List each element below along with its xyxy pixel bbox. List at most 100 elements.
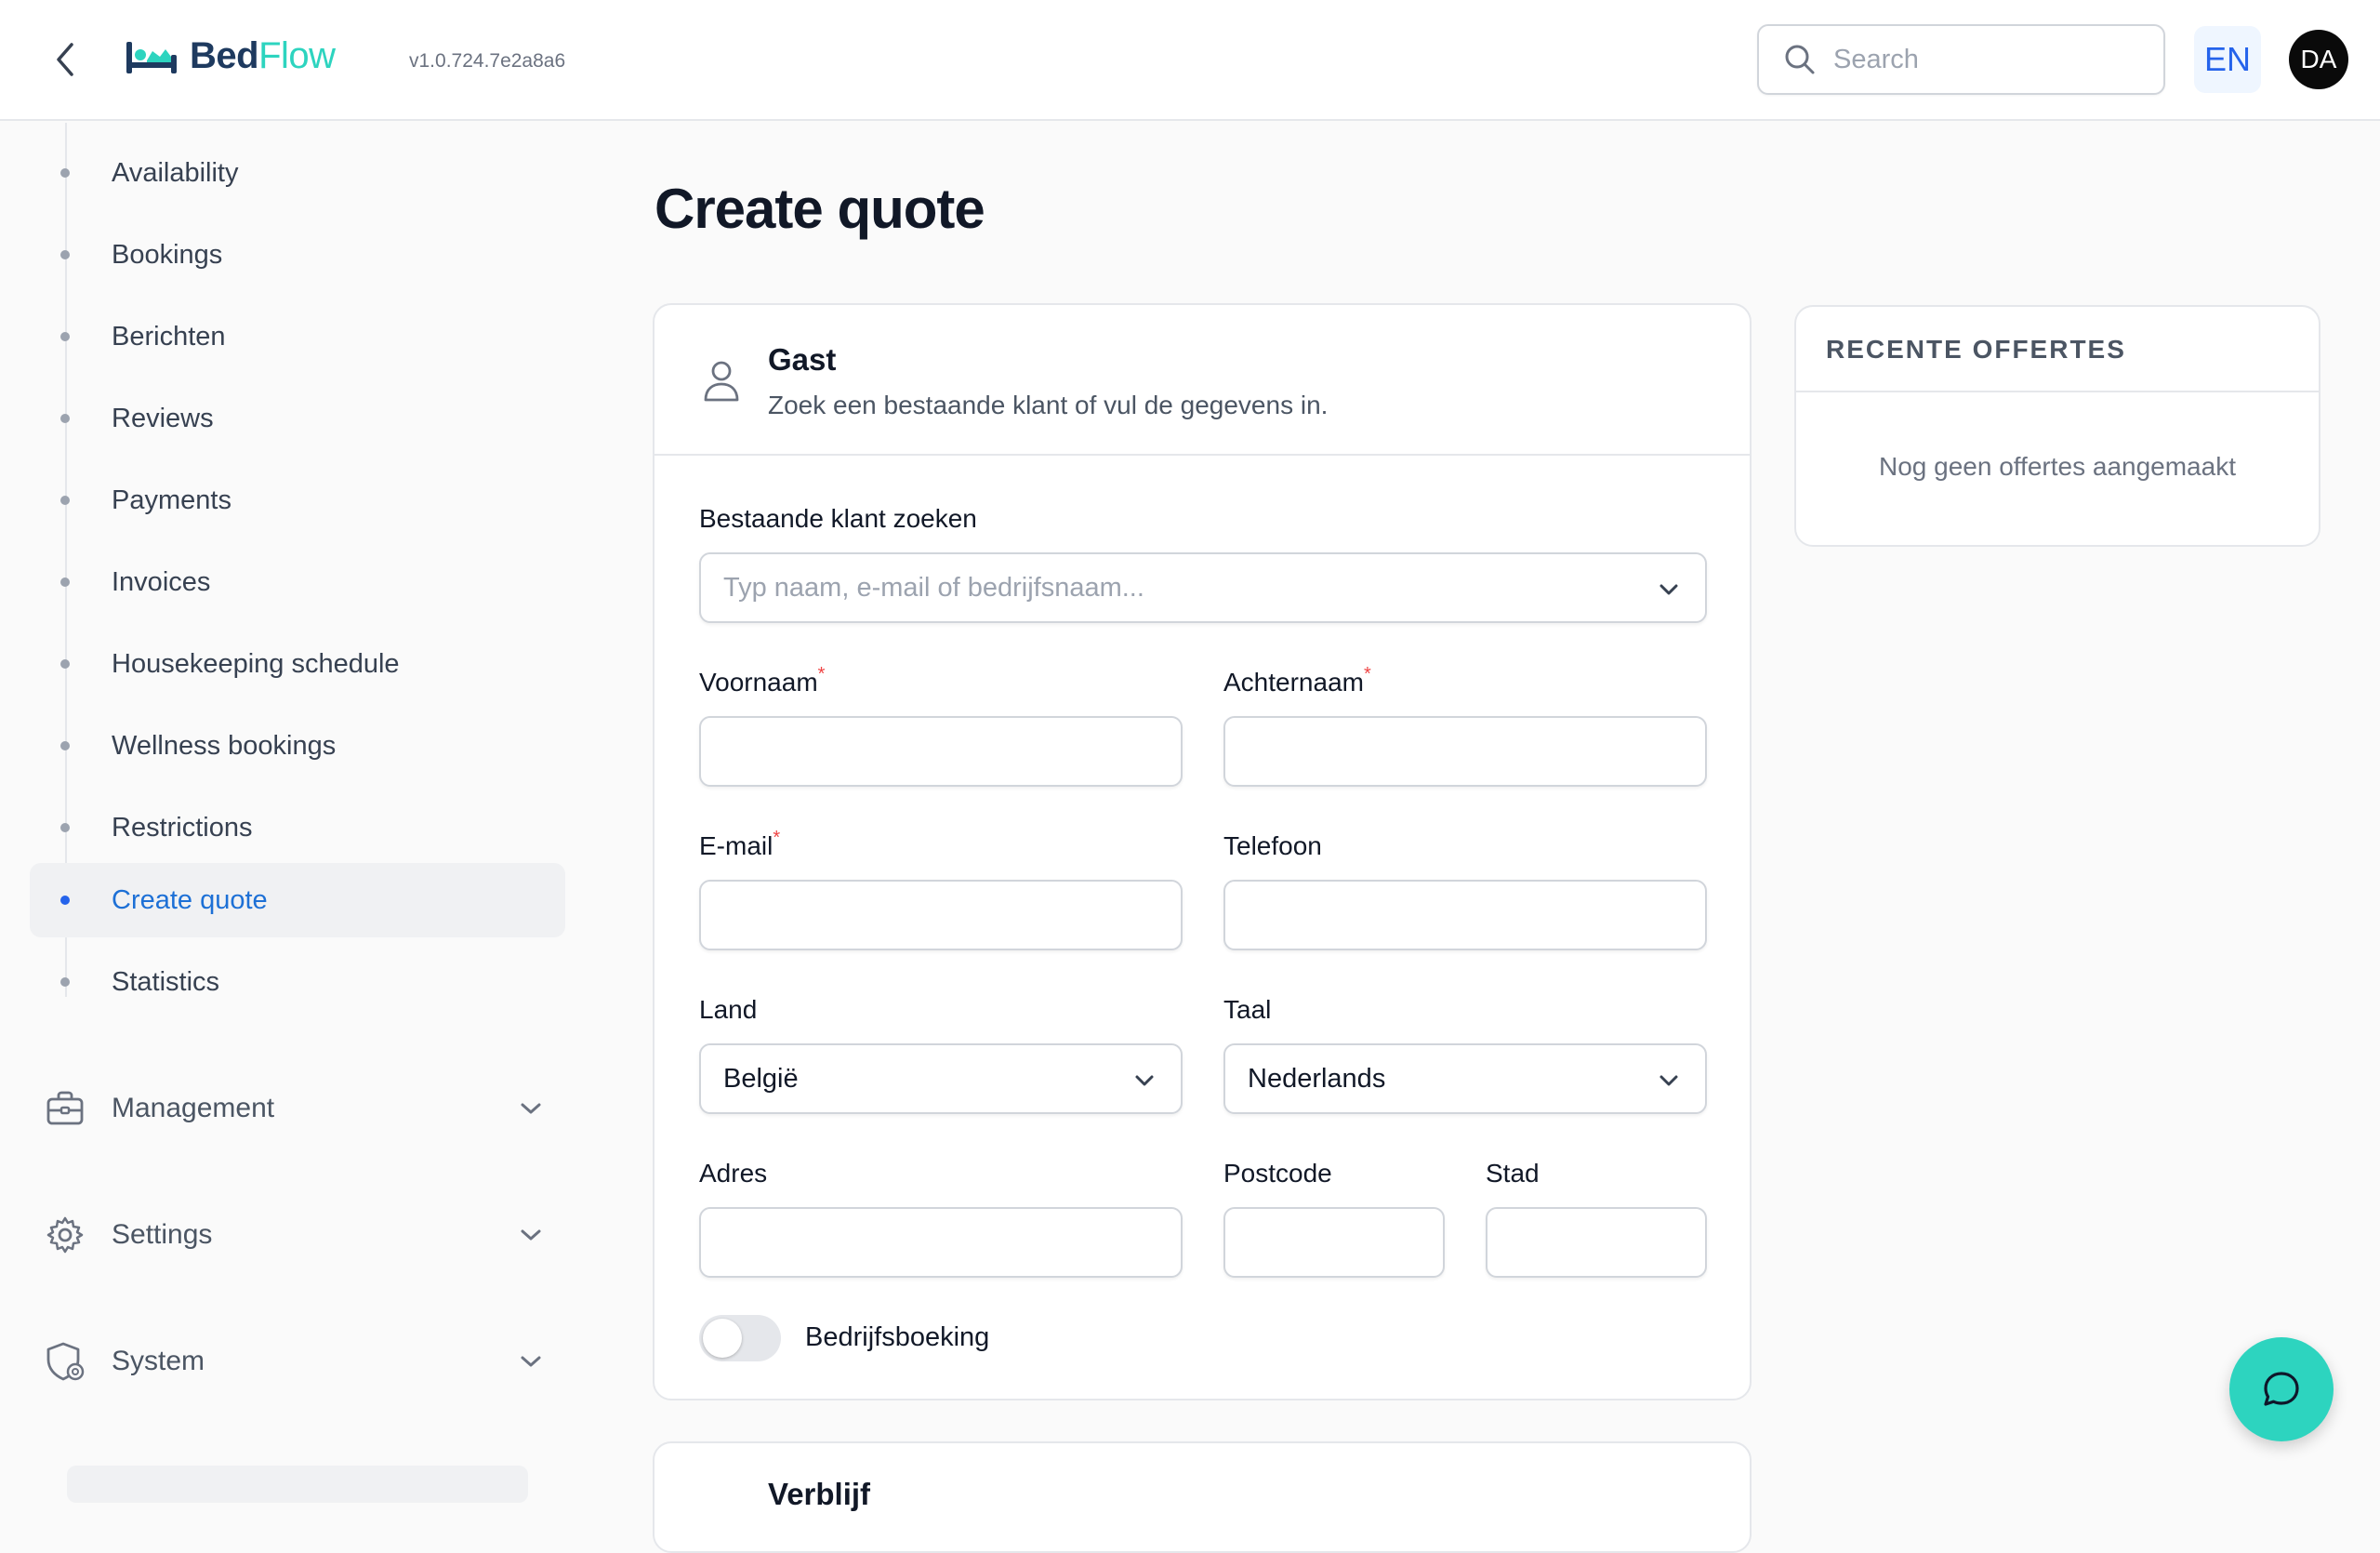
sidebar-item-label: Bookings [112,239,223,270]
country-label: Land [699,995,758,1024]
language-value: Nederlands [1248,1063,1386,1094]
nav-dot [60,250,70,259]
last-name-field[interactable] [1223,716,1707,787]
sidebar-item-invoices[interactable]: Invoices [30,545,565,619]
sidebar-item-bookings[interactable]: Bookings [30,218,565,292]
app-version: v1.0.724.7e2a8a6 [409,50,566,72]
chat-bubble-icon [2264,1372,2299,1406]
nav-dot [60,896,70,905]
sidebar-item-label: Invoices [112,566,211,597]
sidebar-group-settings[interactable]: Settings [30,1198,565,1272]
phone-label: Telefoon [1223,831,1322,860]
email-label: E-mail* [699,828,781,860]
phone-field[interactable] [1223,880,1707,950]
country-select[interactable]: België [699,1043,1183,1114]
toggle-knob [703,1319,742,1358]
nav-dot [60,823,70,832]
search-input[interactable] [1833,44,2140,75]
country-value: België [723,1063,799,1094]
chevron-down-icon [517,1221,545,1249]
recent-quotes-title: RECENTE OFFERTES [1826,335,2126,364]
top-header: BedFlow v1.0.724.7e2a8a6 EN DA [0,0,2380,121]
address-field[interactable] [699,1207,1183,1278]
sidebar-group-label: Management [112,1093,275,1123]
global-search[interactable] [1757,24,2165,95]
nav-dot [60,741,70,750]
sidebar-item-create-quote[interactable]: Create quote [30,863,565,937]
nav-dot [60,414,70,423]
first-name-label: Voornaam* [699,664,826,697]
stay-card-title: Verblijf [768,1477,871,1511]
sidebar-item-reviews[interactable]: Reviews [30,381,565,456]
sidebar-group-label: System [112,1346,205,1376]
bed-logo-icon [126,41,177,73]
sidebar-item-availability[interactable]: Availability [30,136,565,210]
nav-dot [60,659,70,669]
nav-dot [60,168,70,178]
gear-icon [45,1215,86,1255]
sidebar-item-housekeeping-schedule[interactable]: Housekeeping schedule [30,627,565,701]
sidebar-item-restrictions[interactable]: Restrictions [30,790,565,865]
user-avatar[interactable]: DA [2289,30,2348,89]
city-label: Stad [1486,1159,1540,1188]
sidebar-item-berichten[interactable]: Berichten [30,299,565,374]
customer-search-label: Bestaande klant zoeken [699,504,977,533]
chevron-down-icon [1659,584,1678,595]
first-name-field[interactable] [699,716,1183,787]
nav-dot [60,577,70,587]
sidebar-item-label: Create quote [112,884,268,915]
back-button[interactable] [46,39,84,80]
sidebar-group-system[interactable]: System [30,1324,565,1399]
logo-text: BedFlow [190,35,336,76]
sidebar-item-label: Availability [112,157,239,188]
postcode-field[interactable] [1223,1207,1445,1278]
sidebar-item-label: Housekeeping schedule [112,648,400,679]
guest-card-header: Gast Zoek een bestaande klant of vul de … [654,305,1750,456]
customer-search-placeholder: Typ naam, e-mail of bedrijfsnaam... [723,572,1144,603]
company-booking-label: Bedrijfsboeking [805,1322,990,1352]
sidebar-item-statistics[interactable]: Statistics [30,945,565,1019]
last-name-label: Achternaam* [1223,664,1371,697]
briefcase-icon [45,1088,86,1129]
nav-dot [60,332,70,341]
sidebar-item-label: Statistics [112,966,220,997]
company-booking-toggle[interactable] [699,1315,781,1361]
required-marker: * [817,664,826,684]
postcode-label: Postcode [1223,1159,1332,1188]
customer-search-select[interactable]: Typ naam, e-mail of bedrijfsnaam... [699,552,1707,623]
sidebar-item-label: Wellness bookings [112,730,337,761]
sidebar-item-label: Reviews [112,403,214,433]
sidebar-item-label: Restrictions [112,812,253,843]
bedflow-logo[interactable]: BedFlow [125,35,336,77]
guest-card-title: Gast [768,342,837,377]
stay-card: Verblijf [653,1441,1752,1553]
email-field[interactable] [699,880,1183,950]
sidebar-footer-card[interactable] [67,1466,528,1503]
address-label: Adres [699,1159,768,1188]
page-title: Create quote [654,178,985,240]
nav-dot [60,977,70,987]
guest-card-subtitle: Zoek een bestaande klant of vul de gegev… [768,391,1329,419]
chat-button[interactable] [2229,1337,2334,1441]
sidebar-item-payments[interactable]: Payments [30,463,565,538]
required-marker: * [773,828,781,848]
language-select[interactable]: Nederlands [1223,1043,1707,1114]
search-icon [1785,45,1815,74]
chevron-down-icon [1135,1075,1154,1086]
sidebar-group-management[interactable]: Management [30,1071,565,1146]
sidebar-group-label: Settings [112,1219,213,1250]
recent-quotes-panel: RECENTE OFFERTES Nog geen offertes aange… [1794,305,2320,547]
nav-dot [60,496,70,505]
language-switch-button[interactable]: EN [2194,26,2261,93]
sidebar: Availability Bookings Berichten Reviews … [0,123,576,1503]
sidebar-item-label: Payments [112,484,231,515]
chevron-down-icon [1659,1075,1678,1086]
sidebar-item-wellness-bookings[interactable]: Wellness bookings [30,709,565,783]
guest-card: Gast Zoek een bestaande klant of vul de … [653,303,1752,1400]
chevron-down-icon [517,1095,545,1122]
city-field[interactable] [1486,1207,1707,1278]
required-marker: * [1363,664,1371,684]
chevron-down-icon [517,1347,545,1375]
chevron-left-icon [57,43,73,76]
sidebar-item-label: Berichten [112,321,226,352]
